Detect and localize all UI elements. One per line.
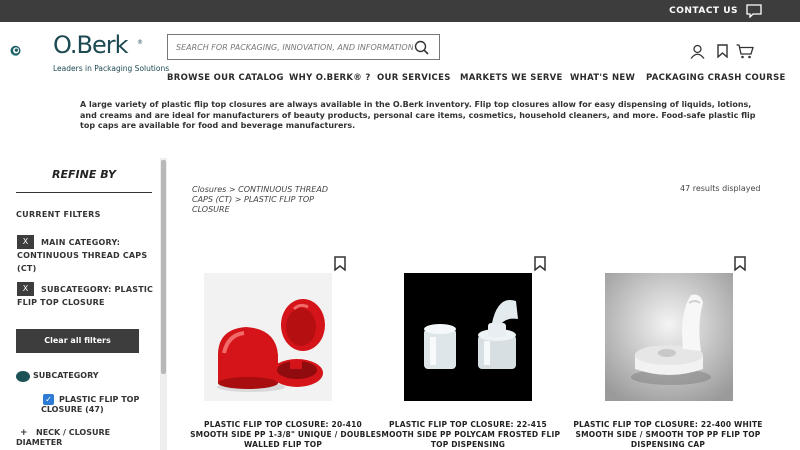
- subcategory-option-label[interactable]: PLASTIC FLIP TOP CLOSURE (47): [41, 395, 156, 415]
- clear-all-filters-button[interactable]: Clear all filters: [16, 329, 139, 353]
- sidebar-scroll-thumb[interactable]: [161, 160, 166, 374]
- subcategory-facet-label[interactable]: SUBCATEGORY: [33, 371, 99, 380]
- nav-why-oberk[interactable]: WHY O.BERK® ?: [289, 73, 371, 83]
- bookmark-icon[interactable]: [534, 256, 546, 271]
- search-icon[interactable]: [414, 40, 429, 55]
- subcategory-option-checkbox[interactable]: ✓: [43, 394, 54, 405]
- nav-whats-new[interactable]: WHAT'S NEW: [570, 73, 635, 83]
- brand-registered: ®: [137, 39, 143, 46]
- brand-logo-mark[interactable]: [10, 29, 50, 73]
- bookmark-icon[interactable]: [717, 44, 728, 58]
- cart-icon[interactable]: [736, 44, 754, 59]
- active-filter-main-category: MAIN CATEGORY: CONTINUOUS THREAD CAPS (C…: [17, 238, 148, 273]
- expand-facet-icon[interactable]: +: [20, 428, 28, 438]
- bookmark-icon[interactable]: [734, 256, 746, 271]
- search-input[interactable]: [168, 35, 413, 60]
- brand-name[interactable]: O.Berk: [53, 31, 129, 59]
- active-filter-subcategory: SUBCATEGORY: PLASTIC FLIP TOP CLOSURE: [17, 285, 154, 307]
- category-description: A large variety of plastic flip top clos…: [80, 100, 756, 130]
- results-count: 47 results displayed: [680, 184, 761, 193]
- nav-crash-course[interactable]: PACKAGING CRASH COURSE: [646, 73, 786, 83]
- main-nav: BROWSE OUR CATALOG WHY O.BERK® ? OUR SER…: [0, 73, 800, 87]
- filter-sidebar: REFINE BY CURRENT FILTERS X MAIN CATEGOR…: [0, 158, 168, 450]
- nav-browse-catalog[interactable]: BROWSE OUR CATALOG: [167, 73, 284, 83]
- product-image[interactable]: [404, 273, 532, 401]
- bookmark-icon[interactable]: [334, 256, 346, 271]
- product-title[interactable]: PLASTIC FLIP TOP CLOSURE: 20-410 SMOOTH …: [188, 420, 378, 450]
- current-filters-label: CURRENT FILTERS: [16, 210, 101, 219]
- nav-our-services[interactable]: OUR SERVICES: [377, 73, 451, 83]
- neck-closure-diameter-facet[interactable]: NECK / CLOSURE DIAMETER: [16, 428, 156, 448]
- divider: [16, 192, 152, 193]
- product-image[interactable]: [204, 273, 332, 401]
- top-bar: CONTACT US: [0, 0, 800, 22]
- search-box: [167, 34, 440, 60]
- contact-us-link[interactable]: CONTACT US: [669, 6, 738, 16]
- chat-icon[interactable]: [746, 4, 762, 18]
- user-icon[interactable]: [690, 44, 705, 59]
- product-image[interactable]: [605, 273, 733, 401]
- subcategory-facet-icon: [16, 371, 30, 382]
- breadcrumb[interactable]: Closures > CONTINUOUS THREAD CAPS (CT) >…: [192, 185, 342, 215]
- brand-tagline: Leaders in Packaging Solutions: [53, 64, 170, 73]
- product-title[interactable]: PLASTIC FLIP TOP CLOSURE: 22-415 SMOOTH …: [373, 420, 563, 450]
- refine-title: REFINE BY: [52, 168, 116, 181]
- nav-markets[interactable]: MARKETS WE SERVE: [460, 73, 563, 83]
- product-title[interactable]: PLASTIC FLIP TOP CLOSURE: 22-400 WHITE S…: [573, 420, 763, 450]
- sidebar-scrollbar[interactable]: [160, 158, 167, 450]
